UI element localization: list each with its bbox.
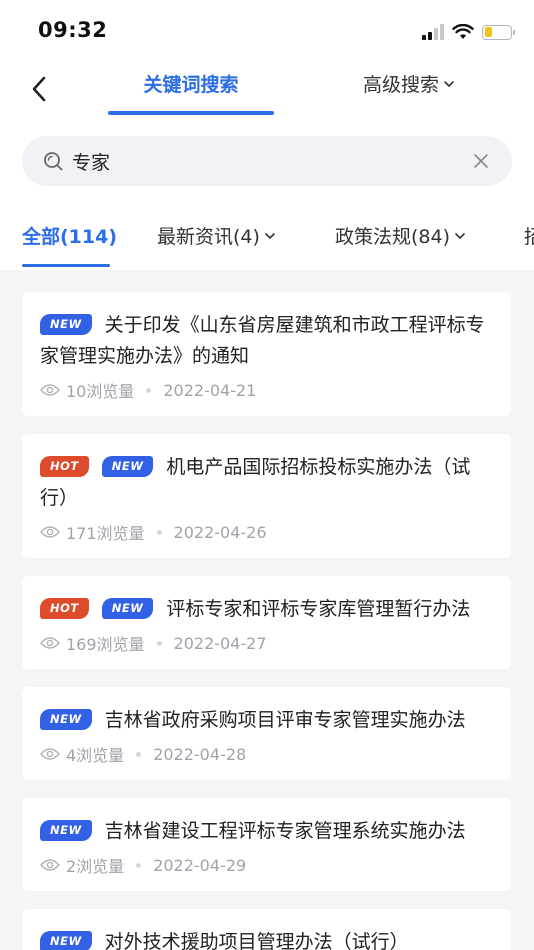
list-item[interactable]: NEW 关于印发《山东省房屋建筑和市政工程评标专家管理实施办法》的通知 10浏览量… bbox=[22, 292, 511, 416]
eye-icon bbox=[40, 384, 60, 396]
tab-policy-regulations[interactable]: 政策法规(84) bbox=[335, 222, 466, 249]
item-views: 10浏览量 bbox=[66, 382, 135, 401]
item-views: 171浏览量 bbox=[66, 524, 145, 543]
new-badge: NEW bbox=[40, 820, 92, 841]
item-title-text: 对外技术援助项目管理办法（试行） bbox=[104, 931, 409, 950]
search-icon bbox=[44, 152, 63, 171]
hot-badge: HOT bbox=[40, 598, 89, 619]
tab-advanced-label: 高级搜索 bbox=[363, 74, 440, 96]
new-badge: NEW bbox=[40, 314, 92, 335]
tab-advanced-search[interactable]: 高级搜索 bbox=[363, 70, 455, 97]
item-title[interactable]: HOT NEW 评标专家和评标专家库管理暂行办法 bbox=[40, 594, 493, 625]
tab-all-label: 全部(114) bbox=[22, 226, 118, 248]
list-item[interactable]: HOT NEW 评标专家和评标专家库管理暂行办法 169浏览量 2022-04-27 bbox=[22, 576, 511, 669]
wifi-icon bbox=[452, 24, 474, 39]
new-badge: NEW bbox=[40, 931, 92, 950]
close-icon[interactable] bbox=[472, 152, 490, 170]
item-meta: 171浏览量 2022-04-26 bbox=[40, 520, 267, 544]
header-area: 09:32 关键词搜索 高级搜索 专家 全部(114) 最新资讯(4) 政策法规… bbox=[0, 0, 534, 270]
tab-more[interactable]: 招 bbox=[524, 222, 534, 249]
chevron-down-icon bbox=[265, 232, 275, 239]
item-date: 2022-04-21 bbox=[163, 380, 257, 400]
tab-keyword-search[interactable]: 关键词搜索 bbox=[108, 70, 274, 97]
tab-latest-news[interactable]: 最新资讯(4) bbox=[157, 222, 276, 249]
tab-more-label: 招 bbox=[524, 226, 534, 248]
tab-policy-regulations-label: 政策法规(84) bbox=[335, 226, 451, 248]
search-input[interactable] bbox=[72, 136, 462, 186]
item-date: 2022-04-29 bbox=[153, 855, 247, 875]
new-badge: NEW bbox=[101, 598, 154, 619]
status-time: 09:32 bbox=[38, 18, 108, 42]
item-views: 2浏览量 bbox=[66, 857, 125, 876]
nav-bar: 关键词搜索 高级搜索 bbox=[0, 62, 534, 118]
item-meta: 169浏览量 2022-04-27 bbox=[40, 631, 267, 655]
new-badge: NEW bbox=[40, 709, 92, 730]
separator-dot bbox=[156, 529, 162, 535]
item-title[interactable]: NEW 对外技术援助项目管理办法（试行） bbox=[40, 927, 493, 950]
item-meta: 4浏览量 2022-04-28 bbox=[40, 742, 246, 766]
list-item[interactable]: HOT NEW 机电产品国际招标投标实施办法（试行） 171浏览量 2022-04-… bbox=[22, 434, 511, 558]
category-tabs: 全部(114) 最新资讯(4) 政策法规(84) 招 bbox=[0, 214, 534, 270]
item-title[interactable]: NEW 吉林省建设工程评标专家管理系统实施办法 bbox=[40, 816, 493, 847]
eye-icon bbox=[40, 748, 60, 760]
battery-icon bbox=[482, 24, 515, 40]
status-bar: 09:32 bbox=[0, 0, 534, 62]
eye-icon bbox=[40, 859, 60, 871]
item-views: 4浏览量 bbox=[66, 746, 125, 765]
new-badge: NEW bbox=[101, 456, 154, 477]
item-title-text: 关于印发《山东省房屋建筑和市政工程评标专家管理实施办法》的通知 bbox=[40, 314, 485, 367]
separator-dot bbox=[136, 862, 142, 868]
item-date: 2022-04-26 bbox=[173, 522, 267, 542]
item-title[interactable]: NEW 吉林省政府采购项目评审专家管理实施办法 bbox=[40, 705, 493, 736]
tab-latest-news-label: 最新资讯(4) bbox=[157, 226, 260, 248]
separator-dot bbox=[136, 751, 142, 757]
tab-all[interactable]: 全部(114) bbox=[22, 222, 117, 249]
item-date: 2022-04-27 bbox=[173, 633, 267, 653]
item-views: 169浏览量 bbox=[66, 635, 145, 654]
status-icons bbox=[422, 20, 515, 44]
item-date: 2022-04-28 bbox=[153, 744, 247, 764]
chevron-down-icon bbox=[444, 80, 454, 87]
item-meta: 2浏览量 2022-04-29 bbox=[40, 853, 246, 877]
eye-icon bbox=[40, 526, 60, 538]
tab-active-indicator bbox=[108, 111, 274, 115]
list-item[interactable]: NEW 吉林省政府采购项目评审专家管理实施办法 4浏览量 2022-04-28 bbox=[22, 687, 511, 780]
separator-dot bbox=[146, 387, 152, 393]
separator-dot bbox=[156, 640, 162, 646]
list-item[interactable]: NEW 吉林省建设工程评标专家管理系统实施办法 2浏览量 2022-04-29 bbox=[22, 798, 511, 891]
cellular-signal-icon bbox=[422, 24, 444, 40]
item-title-text: 评标专家和评标专家库管理暂行办法 bbox=[166, 598, 471, 620]
hot-badge: HOT bbox=[40, 456, 89, 477]
item-meta: 10浏览量 2022-04-21 bbox=[40, 378, 256, 402]
item-title-text: 吉林省政府采购项目评审专家管理实施办法 bbox=[104, 709, 466, 731]
item-title-text: 吉林省建设工程评标专家管理系统实施办法 bbox=[104, 820, 466, 842]
chevron-left-icon bbox=[32, 76, 46, 102]
category-active-indicator bbox=[22, 264, 110, 267]
list-item[interactable]: NEW 对外技术援助项目管理办法（试行） bbox=[22, 909, 511, 950]
item-title[interactable]: NEW 关于印发《山东省房屋建筑和市政工程评标专家管理实施办法》的通知 bbox=[40, 310, 493, 372]
search-box bbox=[22, 136, 512, 186]
back-button[interactable] bbox=[26, 72, 56, 106]
chevron-down-icon bbox=[455, 232, 465, 239]
item-title[interactable]: HOT NEW 机电产品国际招标投标实施办法（试行） bbox=[40, 452, 493, 514]
eye-icon bbox=[40, 637, 60, 649]
